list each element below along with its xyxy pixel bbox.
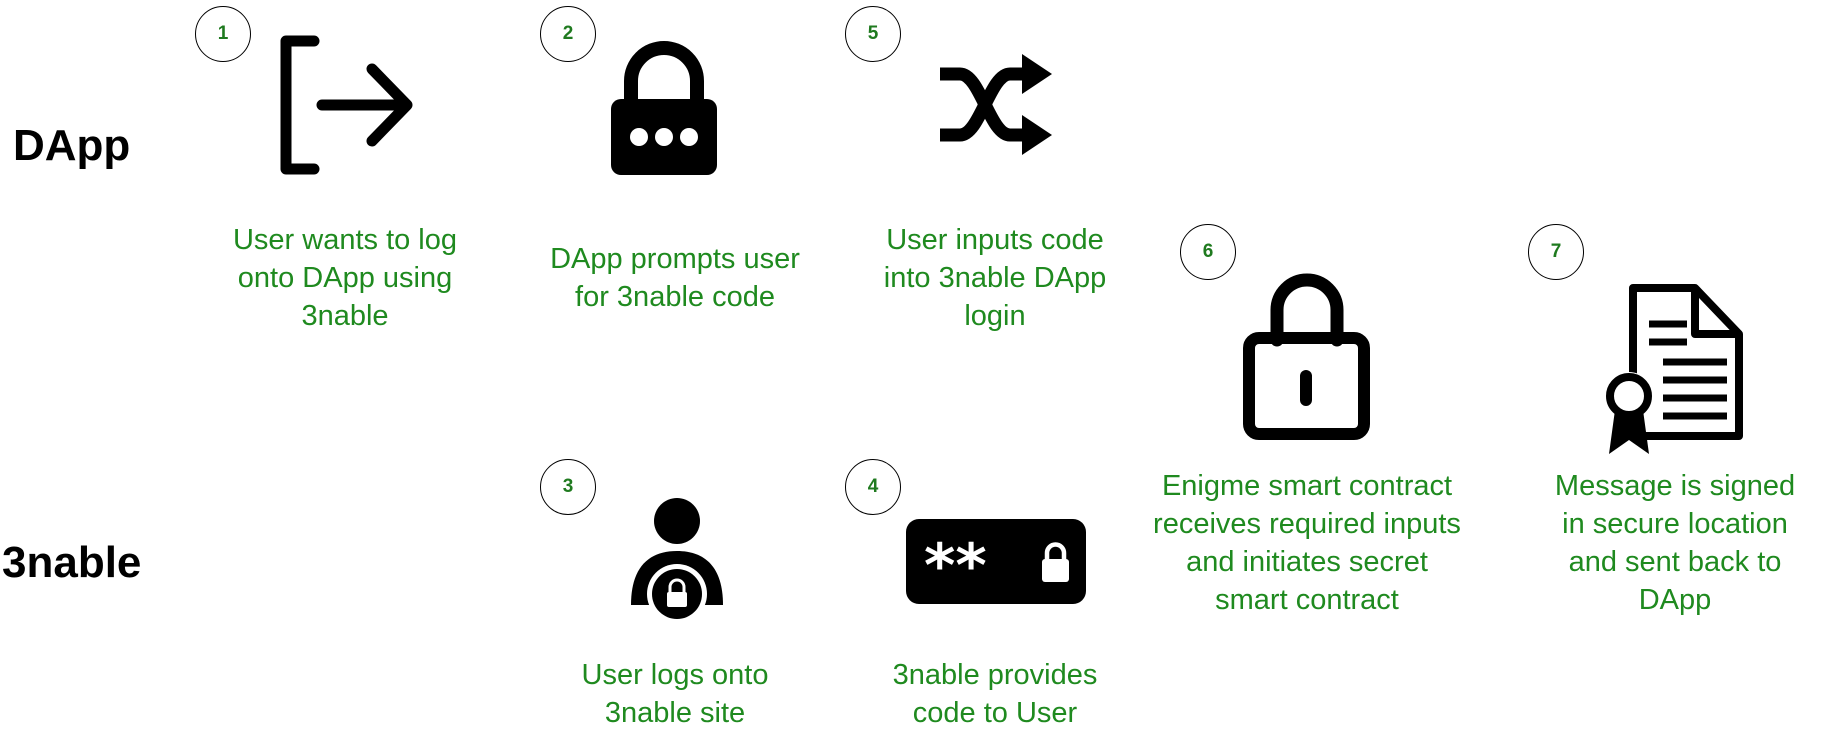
step-2-caption-line: DApp prompts user xyxy=(550,243,800,275)
step-7-caption-line: in secure location xyxy=(1562,508,1788,540)
shuffle-icon xyxy=(938,52,1053,157)
step-5-caption: User inputs code into 3nable DApp login xyxy=(845,221,1145,335)
lane-label-dapp: DApp xyxy=(13,121,131,170)
password-field-icon: ** xyxy=(906,519,1086,604)
step-5-badge: 5 xyxy=(845,6,901,62)
step-4-caption: 3nable provides code to User xyxy=(845,656,1145,732)
password-mask-text: ** xyxy=(924,531,987,601)
lane-label-3nable: 3nable xyxy=(2,538,142,587)
step-3-caption-line: User logs onto xyxy=(581,659,769,691)
step-1-caption: User wants to log onto DApp using 3nable xyxy=(195,221,495,335)
user-lock-icon xyxy=(627,497,727,627)
step-6-caption: Enigme smart contract receives required … xyxy=(1127,467,1487,619)
step-3-badge: 3 xyxy=(540,459,596,515)
step-6-caption-line: and initiates secret xyxy=(1186,546,1428,578)
step-4-caption-line: 3nable provides xyxy=(892,659,1098,691)
step-5-caption-line: User inputs code xyxy=(886,224,1104,256)
logout-arrow-icon xyxy=(272,35,417,175)
step-1-caption-line: onto DApp using xyxy=(237,262,453,294)
lock-password-icon xyxy=(609,35,719,175)
step-7-caption: Message is signed in secure location and… xyxy=(1535,467,1815,619)
step-3-caption-line: 3nable site xyxy=(604,697,746,729)
step-1-caption-line: 3nable xyxy=(301,300,389,332)
step-7-caption-line: and sent back to xyxy=(1568,546,1782,578)
step-4-caption-line: code to User xyxy=(912,697,1078,729)
step-7-caption-line: Message is signed xyxy=(1554,470,1796,502)
step-3-caption: User logs onto 3nable site xyxy=(525,656,825,732)
step-7-badge: 7 xyxy=(1528,224,1584,280)
step-5-caption-line: into 3nable DApp xyxy=(883,262,1107,294)
step-2-caption: DApp prompts user for 3nable code xyxy=(520,240,830,316)
step-6-badge: 6 xyxy=(1180,224,1236,280)
certificate-document-icon xyxy=(1603,282,1743,462)
step-2-caption-line: for 3nable code xyxy=(575,281,775,313)
step-2-badge: 2 xyxy=(540,6,596,62)
step-6-caption-line: smart contract xyxy=(1215,584,1399,616)
step-6-caption-line: receives required inputs xyxy=(1153,508,1461,540)
step-1-caption-line: User wants to log xyxy=(232,224,458,256)
step-7-caption-line: DApp xyxy=(1638,584,1712,616)
step-6-caption-line: Enigme smart contract xyxy=(1161,470,1453,502)
step-5-caption-line: login xyxy=(964,300,1026,332)
step-4-badge: 4 xyxy=(845,459,901,515)
unlock-icon xyxy=(1239,262,1374,442)
step-1-badge: 1 xyxy=(195,6,251,62)
